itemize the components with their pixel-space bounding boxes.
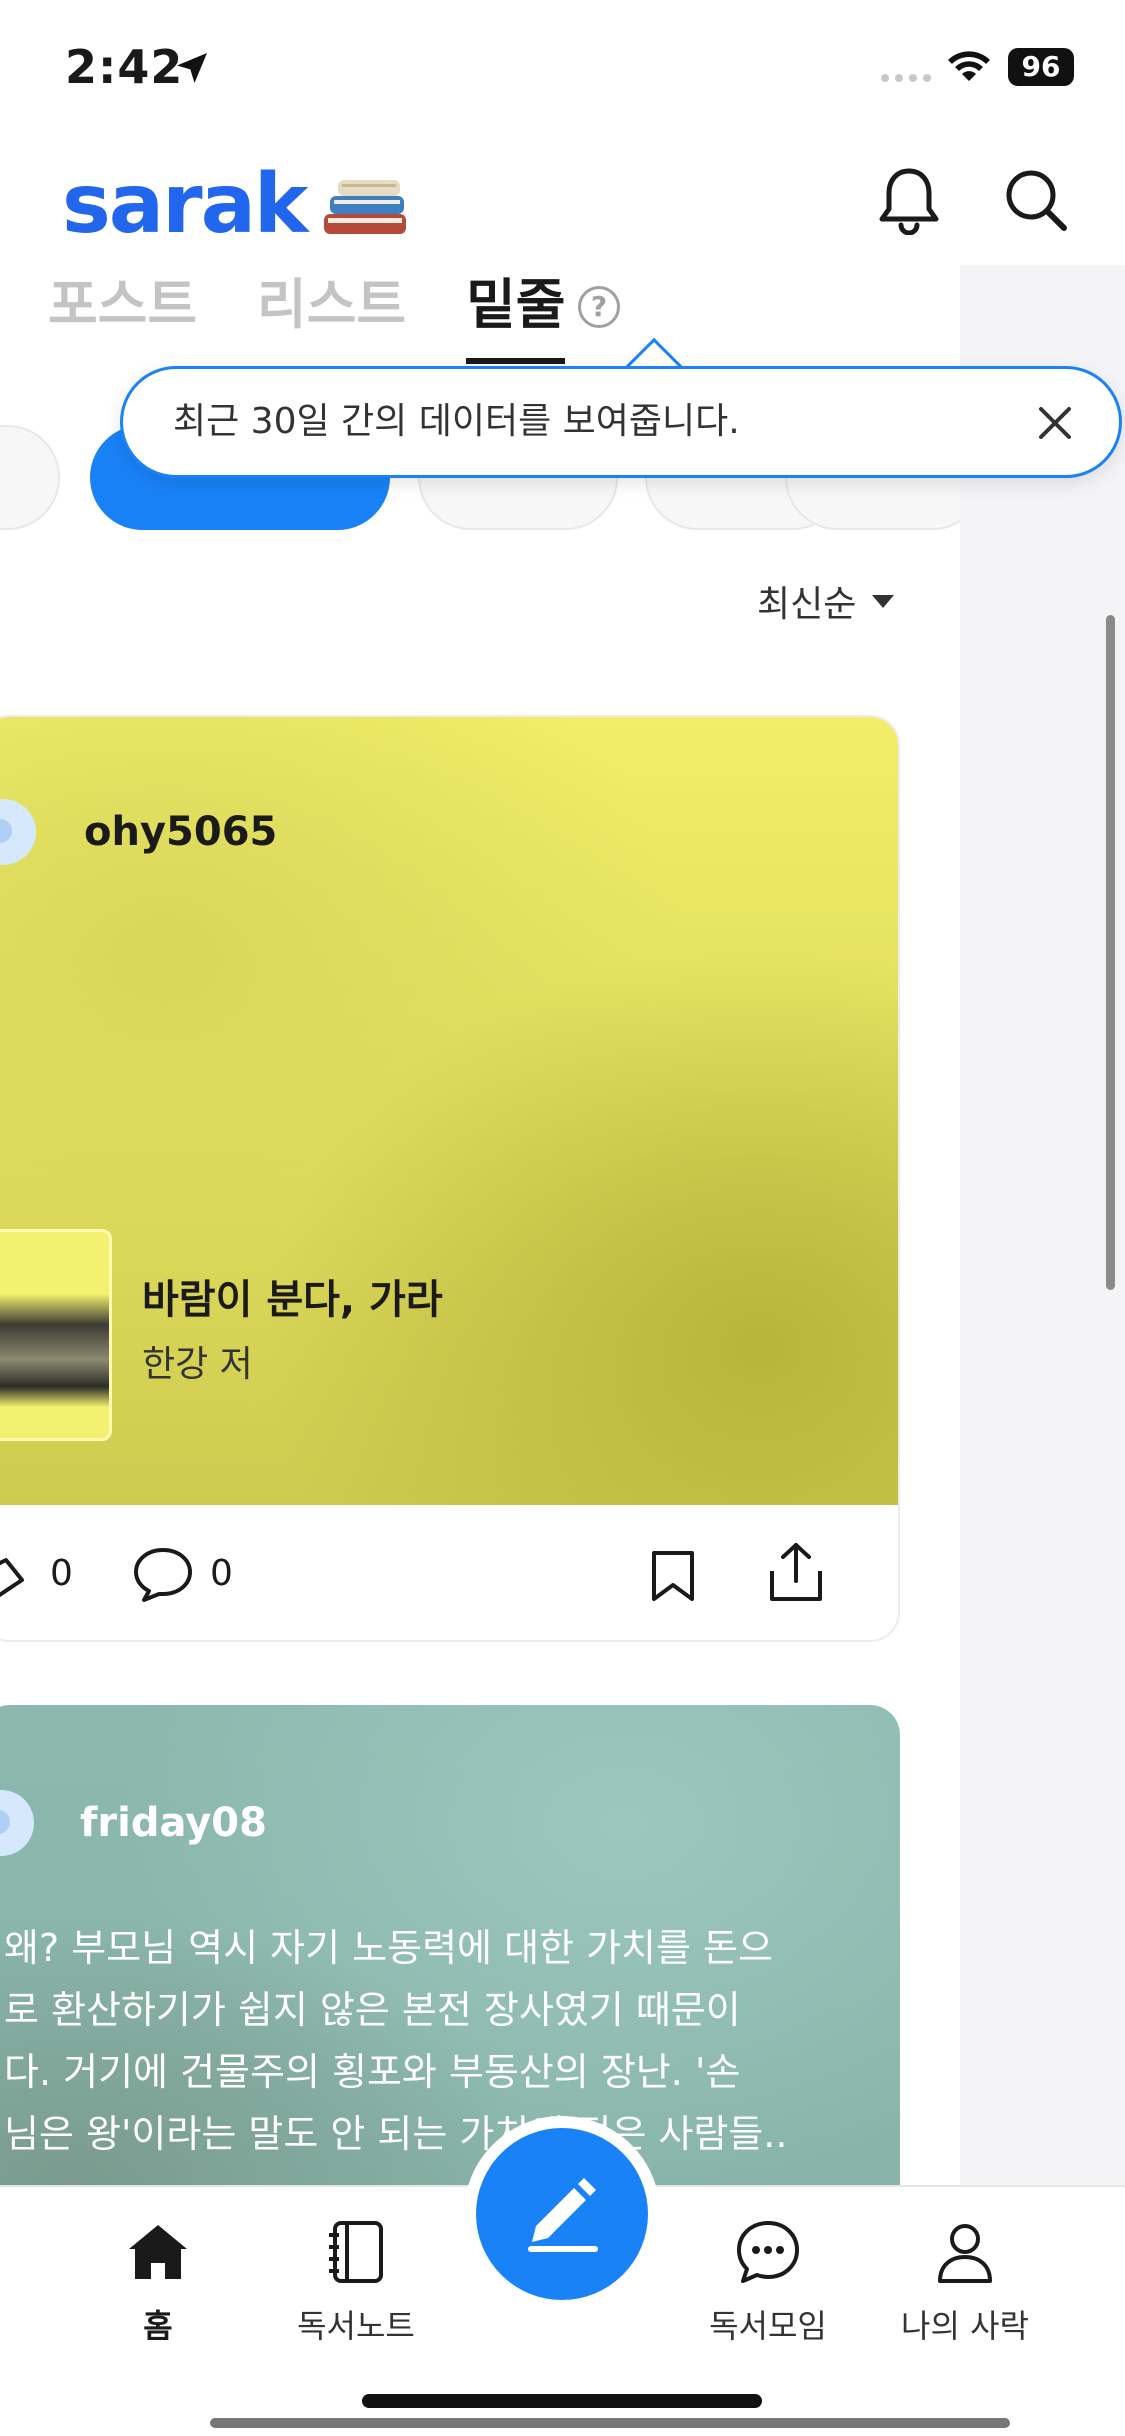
write-button[interactable]: [476, 2128, 648, 2300]
location-arrow-icon: [177, 53, 207, 83]
notebook-icon: [329, 2221, 383, 2283]
notification-bell-icon[interactable]: [876, 165, 942, 235]
nav-reading-group[interactable]: 독서모임: [688, 2217, 848, 2347]
nav-my-sarak[interactable]: 나의 사락: [885, 2217, 1045, 2347]
sort-label: 최신순: [757, 584, 857, 625]
tab-underline[interactable]: 밑줄: [466, 270, 566, 364]
pencil-icon: [528, 2178, 598, 2252]
book-author: 한강 저: [142, 1344, 253, 1385]
person-icon: [938, 2224, 992, 2283]
share-icon[interactable]: [766, 1541, 826, 1603]
scrollbar-thumb[interactable]: [1106, 615, 1115, 1290]
side-panel: [960, 265, 1125, 2185]
like-count: 0: [50, 1553, 73, 1594]
wifi-icon: [948, 51, 990, 81]
comment-count: 0: [210, 1553, 233, 1594]
bookmark-icon[interactable]: [648, 1549, 698, 1603]
tab-post[interactable]: 포스트: [48, 270, 197, 340]
nav-label: 나의 사락: [901, 2307, 1029, 2345]
close-icon[interactable]: [1035, 403, 1075, 443]
quote-line: 로 환산하기가 쉽지 않은 본전 장사였기 때문이: [4, 1988, 741, 2032]
help-icon[interactable]: ?: [578, 286, 620, 328]
info-tooltip: 최근 30일 간의 데이터를 보여줍니다.: [120, 366, 1122, 478]
tab-bar-edge: [210, 2418, 1010, 2428]
post-username[interactable]: friday08: [80, 1790, 267, 1856]
content-tabs: 포스트 리스트 밑줄: [48, 270, 625, 365]
battery-indicator: 96: [1008, 48, 1074, 86]
nav-label: 홈: [143, 2307, 173, 2345]
nav-label: 독서모임: [709, 2307, 827, 2345]
logo-text: sarak: [62, 157, 308, 252]
category-chip[interactable]: [0, 425, 60, 530]
nav-reading-notes[interactable]: 독서노트: [276, 2217, 436, 2347]
post-card[interactable]: ohy5065 바람이 분다, 가라 한강 저 0 0: [0, 715, 900, 1642]
tooltip-text: 최근 30일 간의 데이터를 보여줍니다.: [173, 401, 740, 442]
caret-down-icon: [872, 594, 895, 608]
sort-dropdown[interactable]: 최신순: [757, 575, 895, 627]
quote-text[interactable]: 왜? 부모님 역시 자기 노동력에 대한 가치를 돈으 로 환산하기가 쉽지 않…: [4, 1917, 884, 2165]
chat-icon: [737, 2221, 799, 2283]
book-title[interactable]: 바람이 분다, 가라: [142, 1267, 443, 1325]
post-username[interactable]: ohy5065: [84, 799, 277, 865]
app-logo[interactable]: sarak: [62, 157, 410, 252]
home-icon: [129, 2225, 187, 2279]
comment-icon[interactable]: [132, 1545, 194, 1603]
nav-label: 독서노트: [297, 2307, 415, 2345]
status-time: 2:42: [65, 40, 184, 94]
quote-line: 다. 거기에 건물주의 횡포와 부동산의 장난. '손: [4, 2050, 741, 2094]
tab-list[interactable]: 리스트: [257, 270, 406, 340]
cellular-signal-icon: [881, 74, 931, 82]
status-bar: 2:42 96: [0, 0, 1125, 140]
quote-line: 왜? 부모님 역시 자기 노동력에 대한 가치를 돈으: [4, 1926, 773, 1970]
avatar[interactable]: [0, 1790, 34, 1856]
book-cover[interactable]: [0, 1229, 112, 1441]
nav-home[interactable]: 홈: [78, 2217, 238, 2347]
post-actions: 0 0: [0, 1505, 898, 1640]
books-icon: [324, 180, 407, 234]
like-icon[interactable]: [0, 1552, 28, 1600]
home-indicator[interactable]: [362, 2394, 762, 2408]
quote-line: 님은 왕'이라는 말도 안 되는 가치에 젖은 사람들..: [4, 2112, 788, 2156]
search-icon[interactable]: [1002, 166, 1068, 232]
